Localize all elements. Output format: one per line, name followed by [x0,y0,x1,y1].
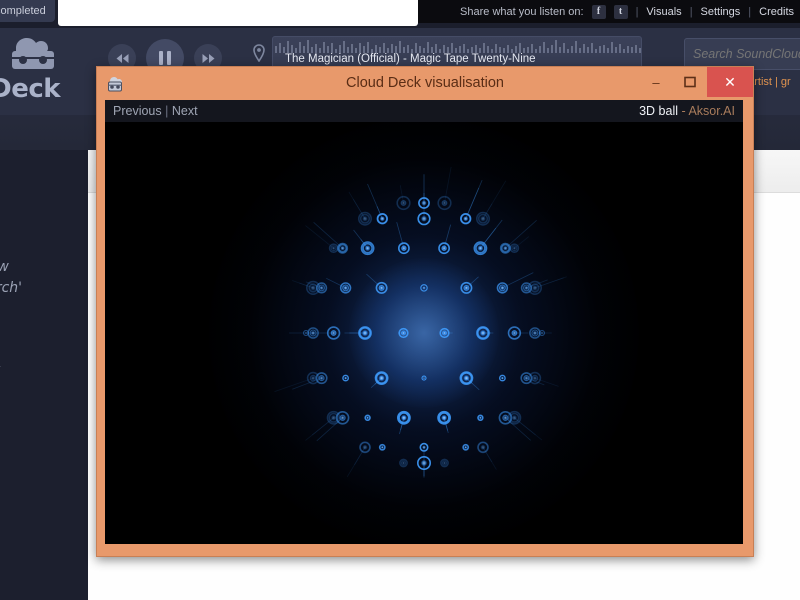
minimize-button[interactable]: – [639,67,673,97]
separator: | [689,6,693,18]
visualisation-toolbar: Previous | Next 3D ball - Aksor.AI [105,100,743,122]
track-title: The Magician (Official) - Magic Tape Twe… [285,53,536,65]
map-pin-icon[interactable] [252,44,266,62]
next-preset-link[interactable]: Next [172,104,198,118]
hint-search-text: ere to a new search' [0,259,23,296]
previous-preset-link[interactable]: Previous [113,104,162,118]
cloud-deck-logo-icon [12,38,54,69]
separator: | [635,6,639,18]
menu-item-settings[interactable]: Settings [701,6,741,18]
app-logo-text: dDeck [0,74,61,104]
waveform-icon [275,40,641,53]
next-track-icon [202,53,214,63]
pause-icon [159,51,171,65]
window-title-bar[interactable]: Cloud Deck visualisation – ✕ [97,67,753,100]
browser-tab-active[interactable] [58,0,418,26]
close-button[interactable]: ✕ [707,67,753,97]
facebook-icon[interactable]: f [591,5,606,19]
maximize-button[interactable] [673,67,707,97]
preset-info: 3D ball - Aksor.AI [639,104,735,118]
share-prompt: Share what you listen on: [460,6,584,18]
browser-tab-completed[interactable]: completed [0,0,55,22]
particle-sphere-graphic [274,166,567,478]
window-controls: – ✕ [639,67,753,97]
visualisation-window[interactable]: Cloud Deck visualisation – ✕ Previous | … [96,66,754,557]
share-bar: Share what you listen on: f t | Visuals … [460,3,794,21]
preset-name: 3D ball [639,104,679,118]
previous-track-icon [116,53,128,63]
twitter-icon[interactable]: t [613,5,628,19]
preset-nav: Previous | Next [113,104,198,118]
separator: | [748,6,752,18]
search-input[interactable] [685,39,800,69]
menu-item-credits[interactable]: Credits [759,6,794,18]
menu-item-visuals[interactable]: Visuals [646,6,681,18]
app-logo[interactable]: dDeck [0,30,102,106]
maximize-icon [684,76,696,88]
separator: | [165,104,169,118]
visualisation-canvas[interactable] [105,122,743,544]
preset-author: - Aksor.AI [678,104,736,118]
